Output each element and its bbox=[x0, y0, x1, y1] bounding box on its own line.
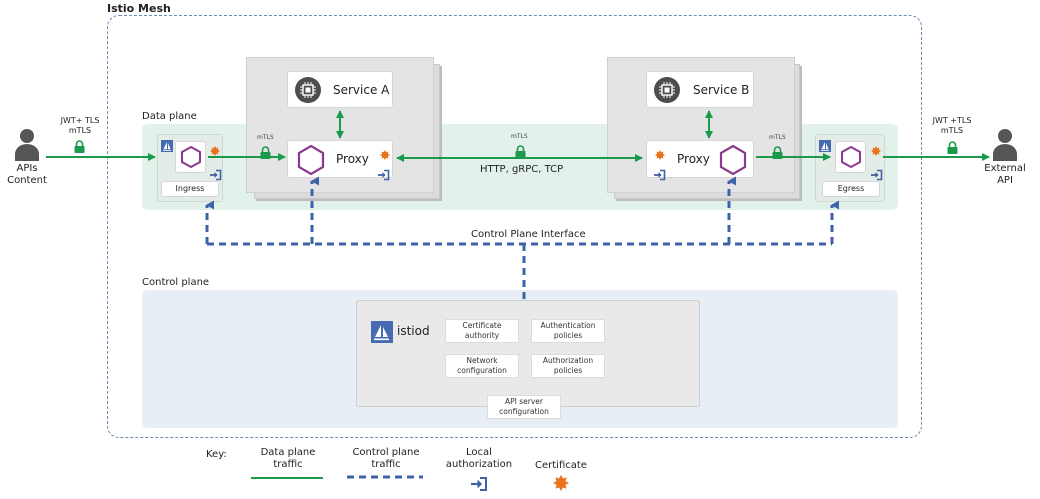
ingress-proxy-lock-icon bbox=[260, 144, 271, 163]
key-local-authorization-icon bbox=[471, 476, 487, 495]
egress-proxy-lock-icon bbox=[772, 144, 783, 163]
key-control-plane-line bbox=[347, 475, 423, 479]
key-data-plane-line bbox=[251, 477, 323, 479]
key-certificate-icon bbox=[553, 475, 569, 495]
mesh-mtls-label: mTLS bbox=[511, 133, 528, 140]
client-security-label: JWT+ TLS mTLS bbox=[60, 116, 100, 135]
authorization-policies-cell[interactable]: Authorization policies bbox=[531, 354, 605, 378]
external-api-label: External API bbox=[984, 163, 1026, 186]
network-configuration-cell[interactable]: Network configuration bbox=[445, 354, 519, 378]
traffic-protocols-label: HTTP, gRPC, TCP bbox=[480, 164, 564, 175]
istiod-logo-icon bbox=[371, 321, 393, 347]
istiod-label: istiod bbox=[397, 324, 430, 338]
key-local-authorization-label: Local authorization bbox=[445, 447, 513, 470]
apis-content-user-icon bbox=[14, 128, 40, 166]
external-api-user-icon bbox=[992, 128, 1018, 166]
key-data-plane-traffic-label: Data plane traffic bbox=[260, 447, 316, 470]
authentication-policies-cell[interactable]: Authentication policies bbox=[531, 319, 605, 343]
key-control-plane-traffic-label: Control plane traffic bbox=[352, 447, 420, 470]
apis-content-label: APIs Content bbox=[7, 163, 47, 186]
key-title: Key: bbox=[206, 449, 227, 460]
mesh-lock-icon bbox=[515, 143, 526, 162]
ingress-proxy-mtls-label: mTLS bbox=[257, 134, 274, 141]
key-certificate-label: Certificate bbox=[535, 460, 587, 471]
egress-proxy-mtls-label: mTLS bbox=[769, 134, 786, 141]
external-lock-icon bbox=[947, 139, 958, 158]
certificate-authority-cell[interactable]: Certificate authority bbox=[445, 319, 519, 343]
external-security-label: JWT +TLS mTLS bbox=[932, 116, 972, 135]
connection-lines bbox=[46, 110, 990, 300]
istiod-box[interactable]: istiod Certificate authority Authenticati… bbox=[356, 300, 700, 407]
api-server-configuration-cell[interactable]: API server configuration bbox=[487, 395, 561, 419]
control-plane-interface-label: Control Plane Interface bbox=[469, 229, 588, 240]
client-lock-icon bbox=[74, 138, 85, 157]
